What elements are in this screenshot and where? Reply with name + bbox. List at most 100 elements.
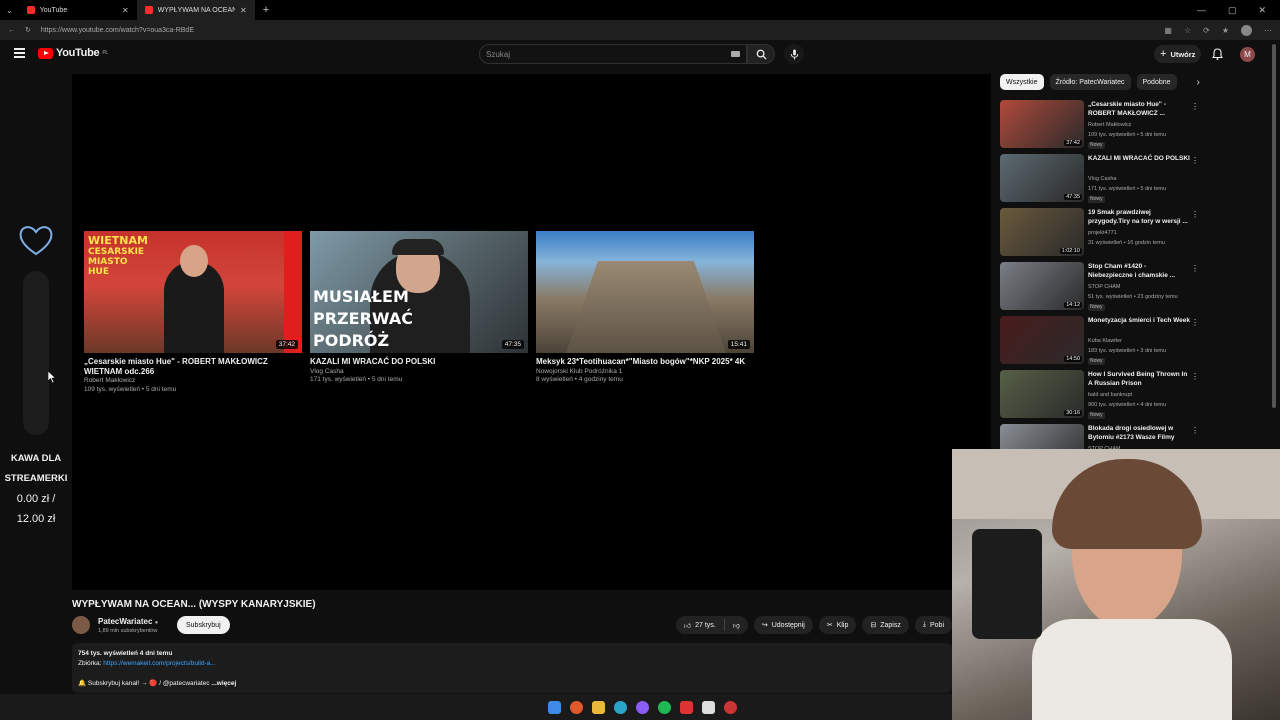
more-options-icon[interactable]: ⋮ <box>1191 156 1199 165</box>
browser-tab-video[interactable]: WYPŁYWAM NA OCEAN... (WYSP... ✕ <box>136 0 255 20</box>
more-icon[interactable]: ⋯ <box>1264 26 1272 35</box>
app-icon[interactable] <box>701 700 715 714</box>
more-options-icon[interactable]: ⋮ <box>1191 210 1199 219</box>
minimize-icon[interactable]: — <box>1197 5 1206 16</box>
recommended-video[interactable]: 37:42 „Cesarskie miasto Hue" - ROBERT MAK… <box>1000 100 1205 150</box>
hamburger-menu-icon[interactable] <box>14 48 25 60</box>
tab-actions-icon[interactable]: ⌄ <box>0 6 19 15</box>
endscreen-video-card[interactable]: MUSIAŁEM PRZERWAĆ PODRÓŻ 47:35 KAZALI MI… <box>310 231 528 385</box>
share-button[interactable]: ↪ Udostępnij <box>753 616 813 634</box>
video-title[interactable]: Blokada drogi osiedlowej w Bytomiu #2173… <box>1088 424 1192 442</box>
video-description[interactable]: 754 tys. wyświetleń 4 dni temu Zbiórka: … <box>72 643 952 693</box>
video-title[interactable]: „Cesarskie miasto Hue" - ROBERT MAKŁOWIC… <box>84 357 302 376</box>
like-dislike-button[interactable]: 👍︎ 27 tys. 👎︎ <box>675 616 748 634</box>
more-options-icon[interactable]: ⋮ <box>1191 264 1199 273</box>
more-options-icon[interactable]: ⋮ <box>1191 426 1199 435</box>
channel-avatar[interactable] <box>72 616 90 634</box>
fundraiser-link[interactable]: https://wemakeit.com/projects/build-a... <box>103 660 215 667</box>
page-scrollbar[interactable] <box>1272 44 1276 408</box>
recommended-video[interactable]: 30:16 How I Survived Being Thrown In A Ru… <box>1000 370 1205 420</box>
create-button[interactable]: + Utwórz <box>1154 45 1202 63</box>
video-channel[interactable]: Robert Makłowicz <box>84 377 302 386</box>
region-code: PL <box>102 50 108 56</box>
video-thumbnail[interactable]: 30:16 <box>1000 370 1084 418</box>
video-title[interactable]: Stop Cham #1420 - Niebezpieczne i chamsk… <box>1088 262 1192 280</box>
video-title[interactable]: Monetyzacja śmierci i Tech Week <box>1088 316 1192 325</box>
video-title[interactable]: „Cesarskie miasto Hue" - ROBERT MAKŁOWIC… <box>1088 100 1192 118</box>
channel-name[interactable]: PatecWariatec ● <box>98 617 158 626</box>
firefox-icon[interactable] <box>569 700 583 714</box>
chip-all[interactable]: Wszystkie <box>1000 74 1044 90</box>
more-options-icon[interactable]: ⋮ <box>1191 102 1199 111</box>
video-channel[interactable]: projekt4771 <box>1088 228 1117 238</box>
recommended-video[interactable]: 14:50 Monetyzacja śmierci i Tech Week Kuba… <box>1000 316 1205 366</box>
video-thumbnail[interactable]: 15:41 <box>536 231 754 353</box>
more-options-icon[interactable]: ⋮ <box>1191 318 1199 327</box>
video-thumbnail[interactable]: 1:02:10 <box>1000 208 1084 256</box>
profile-icon[interactable] <box>1241 24 1252 36</box>
voice-search-button[interactable] <box>784 44 804 64</box>
close-tab-icon[interactable]: ✕ <box>122 6 129 15</box>
video-title[interactable]: Meksyk 23*Teotihuacan*"Miasto bogów"*NKP… <box>536 357 754 367</box>
notifications-button[interactable] <box>1211 47 1224 65</box>
url-field[interactable]: https://www.youtube.com/watch?v=oua3ca-R… <box>40 23 1155 37</box>
video-thumbnail[interactable]: WIETNAM CESARSKIE MIASTO HUE 37:42 <box>84 231 302 353</box>
reload-icon[interactable]: ↻ <box>25 26 31 34</box>
recommended-video[interactable]: 1:02:10 19 Smak prawdziwej przygody.Tiry … <box>1000 208 1205 258</box>
new-tab-button[interactable]: + <box>255 4 277 16</box>
thumbs-down-icon[interactable]: 👎︎ <box>733 621 740 630</box>
extension-icon[interactable]: ▦ <box>1164 26 1172 35</box>
show-more-link[interactable]: ...więcej <box>211 680 236 687</box>
endscreen-video-card[interactable]: WIETNAM CESARSKIE MIASTO HUE 37:42 „Cesa… <box>84 231 302 395</box>
video-channel[interactable]: bald and bankrupt <box>1088 390 1132 400</box>
chip-similar[interactable]: Podobne <box>1136 74 1177 90</box>
maximize-icon[interactable]: ▢ <box>1228 5 1237 16</box>
favorites-icon[interactable]: ★ <box>1222 26 1229 35</box>
video-thumbnail[interactable]: 14:50 <box>1000 316 1084 364</box>
video-channel[interactable]: Robert Makłowicz <box>1088 120 1131 130</box>
video-title[interactable]: 19 Smak prawdziwej przygody.Tiry na tory… <box>1088 208 1192 226</box>
endscreen-video-card[interactable]: 15:41 Meksyk 23*Teotihuacan*"Miasto bogó… <box>536 231 754 385</box>
calendar-icon[interactable] <box>679 700 693 714</box>
messenger-icon[interactable] <box>635 700 649 714</box>
save-button[interactable]: ⊟ Zapisz <box>862 616 909 634</box>
download-button[interactable]: ⤓ Pobi <box>914 616 952 634</box>
subscribe-button[interactable]: Subskrybuj <box>177 616 230 634</box>
browser-tab-youtube[interactable]: YouTube ✕ <box>19 0 137 20</box>
video-channel[interactable]: Nowojorski Klub Podróżnika 1 <box>536 368 754 377</box>
close-tab-icon[interactable]: ✕ <box>240 6 247 15</box>
windows-start-icon[interactable] <box>547 700 561 714</box>
bookmark-star-icon[interactable]: ☆ <box>1184 26 1191 35</box>
close-window-icon[interactable]: ✕ <box>1258 5 1266 16</box>
back-icon[interactable]: ← <box>8 27 15 34</box>
keyboard-icon[interactable] <box>731 51 740 57</box>
video-channel[interactable]: Kuba Klawiter <box>1088 336 1122 346</box>
more-options-icon[interactable]: ⋮ <box>1191 372 1199 381</box>
chip-source[interactable]: Źródło: PatecWariatec <box>1049 74 1131 90</box>
youtube-logo[interactable]: YouTube PL <box>38 47 108 59</box>
video-channel[interactable]: Vlog Casha <box>1088 174 1116 184</box>
video-title[interactable]: How I Survived Being Thrown In A Russian… <box>1088 370 1192 388</box>
video-title[interactable]: KAZALI MI WRACAĆ DO POLSKI <box>1088 154 1192 163</box>
badge-row: Nowy <box>1088 410 1105 420</box>
chevron-right-icon[interactable]: › <box>1197 77 1200 88</box>
refresh-icon[interactable]: ⟳ <box>1203 26 1210 35</box>
account-avatar[interactable]: M <box>1240 47 1255 62</box>
obs-icon[interactable] <box>723 700 737 714</box>
search-input[interactable]: Szukaj <box>479 44 747 64</box>
video-player[interactable]: WIETNAM CESARSKIE MIASTO HUE 37:42 „Cesa… <box>72 74 991 590</box>
clip-button[interactable]: ✂ Klip <box>818 616 857 634</box>
file-explorer-icon[interactable] <box>591 700 605 714</box>
edge-icon[interactable] <box>613 700 627 714</box>
video-thumbnail[interactable]: 47:35 <box>1000 154 1084 202</box>
video-thumbnail[interactable]: MUSIAŁEM PRZERWAĆ PODRÓŻ 47:35 <box>310 231 528 353</box>
video-thumbnail[interactable]: 14:12 <box>1000 262 1084 310</box>
recommended-video[interactable]: 47:35 KAZALI MI WRACAĆ DO POLSKI Vlog Cash… <box>1000 154 1205 204</box>
spotify-icon[interactable] <box>657 700 671 714</box>
video-channel[interactable]: STOP CHAM <box>1088 282 1121 292</box>
video-thumbnail[interactable]: 37:42 <box>1000 100 1084 148</box>
search-button[interactable] <box>747 44 775 64</box>
video-title[interactable]: KAZALI MI WRACAĆ DO POLSKI <box>310 357 528 367</box>
recommended-video[interactable]: 14:12 Stop Cham #1420 - Niebezpieczne i c… <box>1000 262 1205 312</box>
video-channel[interactable]: Vlog Casha <box>310 368 528 377</box>
